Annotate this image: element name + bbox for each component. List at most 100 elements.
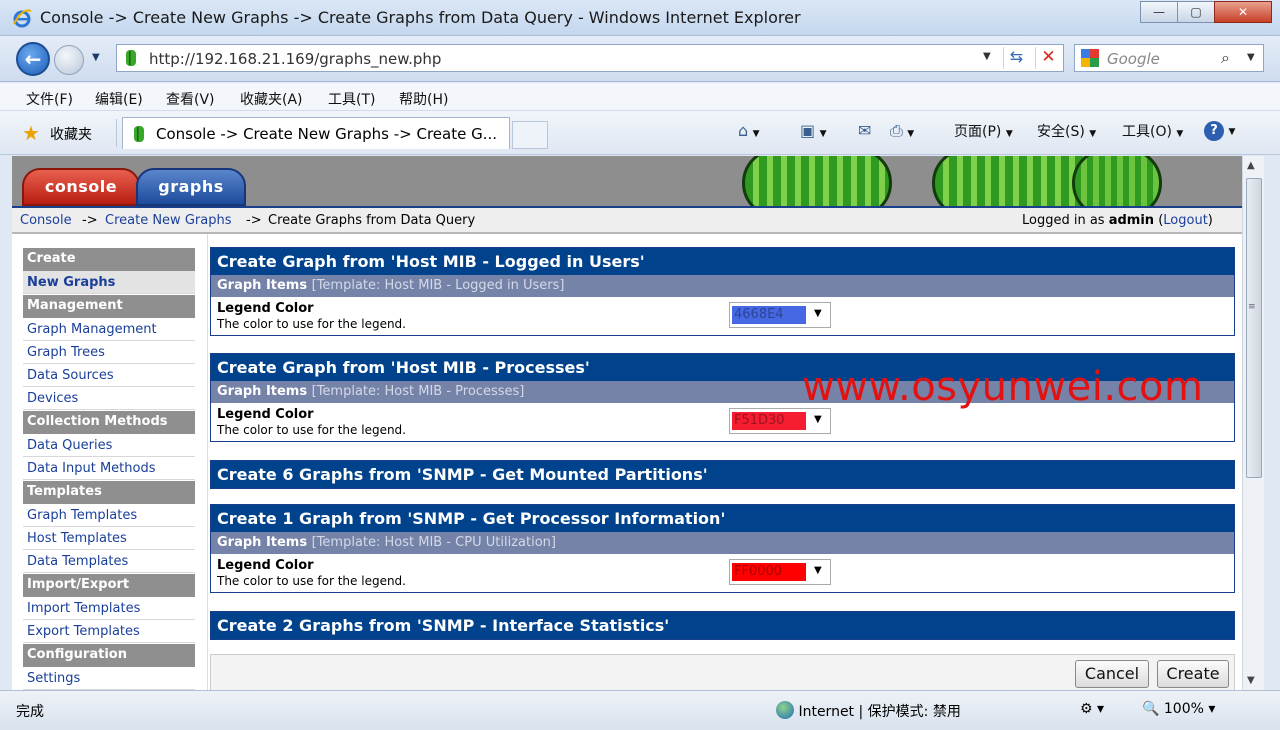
mail-icon: ✉ [858,121,872,140]
scroll-grip-icon: ≡ [1248,302,1256,312]
sidebar-header-create: Create [23,248,195,271]
popup-blocker-icon[interactable]: ⚙ ▾ [1080,701,1104,717]
zoom-icon: 🔍 [1142,701,1160,717]
address-dropdown-icon[interactable]: ▼ [983,51,991,62]
section-logged-in-users: Create Graph from 'Host MIB - Logged in … [210,247,1235,336]
sidebar-item-devices[interactable]: Devices [23,387,195,410]
breadcrumb-create-new-graphs[interactable]: Create New Graphs [105,213,231,228]
legend-color-select[interactable]: 4668E4 ▼ [729,302,831,328]
menu-help[interactable]: 帮助(H) [399,89,448,109]
navigation-bar: ← ▼ http://192.168.21.169/graphs_new.php… [0,36,1280,82]
menu-tools[interactable]: 工具(T) [328,89,375,109]
color-swatch: FF0000 [732,563,806,581]
section-processor-information: Create 1 Graph from 'SNMP - Get Processo… [210,504,1235,593]
tools-menu-label: 工具(O) [1122,124,1172,140]
create-button[interactable]: Create [1157,660,1229,688]
sidebar: Create New Graphs Management Graph Manag… [12,234,208,690]
breadcrumb-separator: -> [82,213,98,228]
sidebar-item-new-graphs[interactable]: New Graphs [23,271,195,294]
scroll-down-icon[interactable]: ▼ [1247,675,1255,686]
menu-bar: 文件(F) 编辑(E) 查看(V) 收藏夹(A) 工具(T) 帮助(H) [0,83,1280,111]
breadcrumb-console[interactable]: Console [20,213,72,228]
close-window-button[interactable]: ✕ [1214,1,1272,23]
sidebar-item-export-templates[interactable]: Export Templates [23,620,195,643]
sidebar-header-collection-methods: Collection Methods [23,411,195,434]
browser-tab[interactable]: Console -> Create New Graphs -> Create G… [122,117,510,149]
status-text: 完成 [16,704,44,720]
sidebar-item-graph-templates[interactable]: Graph Templates [23,504,195,527]
help-icon: ? [1204,121,1224,141]
sidebar-item-data-queries[interactable]: Data Queries [23,434,195,457]
login-prefix: Logged in as [1022,213,1105,228]
security-zone[interactable]: Internet | 保护模式: 禁用 [776,701,961,721]
refresh-icon[interactable]: ⇆ [1003,47,1029,69]
action-bar: Cancel Create [210,654,1235,690]
favorites-button[interactable]: 收藏夹 [50,124,92,144]
tab-graphs[interactable]: graphs [136,168,246,206]
legend-color-row: Legend Color The color to use for the le… [211,297,1234,335]
section-mounted-partitions: Create 6 Graphs from 'SNMP - Get Mounted… [210,460,1235,489]
window-title: Console -> Create New Graphs -> Create G… [40,8,801,27]
tab-console[interactable]: console [22,168,140,206]
home-button[interactable]: ⌂ ▼ [738,121,760,140]
sidebar-item-data-templates[interactable]: Data Templates [23,550,195,573]
menu-favorites[interactable]: 收藏夹(A) [240,89,303,109]
graph-items-label: Graph Items [217,535,308,550]
globe-icon [776,701,794,719]
sidebar-item-data-sources[interactable]: Data Sources [23,364,195,387]
cancel-button[interactable]: Cancel [1075,660,1149,688]
tools-menu-button[interactable]: 工具(O) ▼ [1122,121,1183,141]
url-text[interactable]: http://192.168.21.169/graphs_new.php [149,50,441,68]
section-interface-statistics: Create 2 Graphs from 'SNMP - Interface S… [210,611,1235,640]
sidebar-item-settings[interactable]: Settings [23,667,195,690]
feeds-button[interactable]: ▣ ▼ [800,121,827,140]
forward-button[interactable] [54,45,84,75]
page-menu-button[interactable]: 页面(P) ▼ [954,121,1013,141]
sidebar-item-graph-management[interactable]: Graph Management [23,318,195,341]
sidebar-item-host-templates[interactable]: Host Templates [23,527,195,550]
back-button[interactable]: ← [16,42,50,76]
field-label: Legend Color [217,558,314,573]
template-name: [Template: Host MIB - CPU Utilization] [311,535,556,550]
search-icon[interactable]: ⌕ [1221,48,1230,68]
mail-button[interactable]: ✉ [858,121,871,140]
logout-link[interactable]: Logout [1163,213,1208,228]
ie-logo-icon [13,9,32,28]
search-box[interactable]: Google ⌕ ▼ [1074,44,1264,72]
sidebar-item-graph-trees[interactable]: Graph Trees [23,341,195,364]
scroll-up-icon[interactable]: ▲ [1247,160,1255,171]
chevron-down-icon: ▼ [814,565,822,576]
menu-file[interactable]: 文件(F) [26,89,73,109]
new-tab-button[interactable] [512,121,548,149]
template-name: [Template: Host MIB - Processes] [311,384,525,399]
stop-icon[interactable]: ✕ [1035,47,1061,69]
sidebar-item-data-input-methods[interactable]: Data Input Methods [23,457,195,480]
legend-color-select[interactable]: F51D30 ▼ [729,408,831,434]
minimize-button[interactable]: — [1140,1,1178,23]
address-bar[interactable]: http://192.168.21.169/graphs_new.php ▼ ⇆… [116,44,1064,72]
sidebar-header-configuration: Configuration [23,644,195,667]
print-button[interactable]: ⎙ ▼ [890,121,914,141]
menu-edit[interactable]: 编辑(E) [95,89,143,109]
sidebar-item-import-templates[interactable]: Import Templates [23,597,195,620]
back-arrow-icon: ← [24,47,42,71]
menu-view[interactable]: 查看(V) [166,89,215,109]
legend-color-select[interactable]: FF0000 ▼ [729,559,831,585]
login-status: Logged in as admin (Logout) [1022,213,1213,228]
search-dropdown-icon[interactable]: ▼ [1247,52,1255,63]
zoom-level: 100% [1163,701,1204,717]
maximize-button[interactable]: ▢ [1177,1,1215,23]
favorites-star-icon[interactable]: ★ [22,121,40,145]
zoom-control[interactable]: 🔍 100% ▾ [1142,701,1215,717]
watermark: www.osyunwei.com [802,364,1204,410]
section-title: Create 6 Graphs from 'SNMP - Get Mounted… [211,461,1234,488]
help-button[interactable]: ? ▼ [1204,121,1235,141]
scrollbar-thumb[interactable] [1246,178,1262,478]
sidebar-header-import-export: Import/Export [23,574,195,597]
vertical-scrollbar[interactable]: ▲ ≡ ▼ [1242,156,1264,690]
history-dropdown-icon[interactable]: ▼ [92,52,100,63]
safety-menu-button[interactable]: 安全(S) ▼ [1037,121,1096,141]
section-title: Create 1 Graph from 'SNMP - Get Processo… [211,505,1234,532]
template-name: [Template: Host MIB - Logged in Users] [311,278,565,293]
login-user: admin [1108,213,1155,228]
